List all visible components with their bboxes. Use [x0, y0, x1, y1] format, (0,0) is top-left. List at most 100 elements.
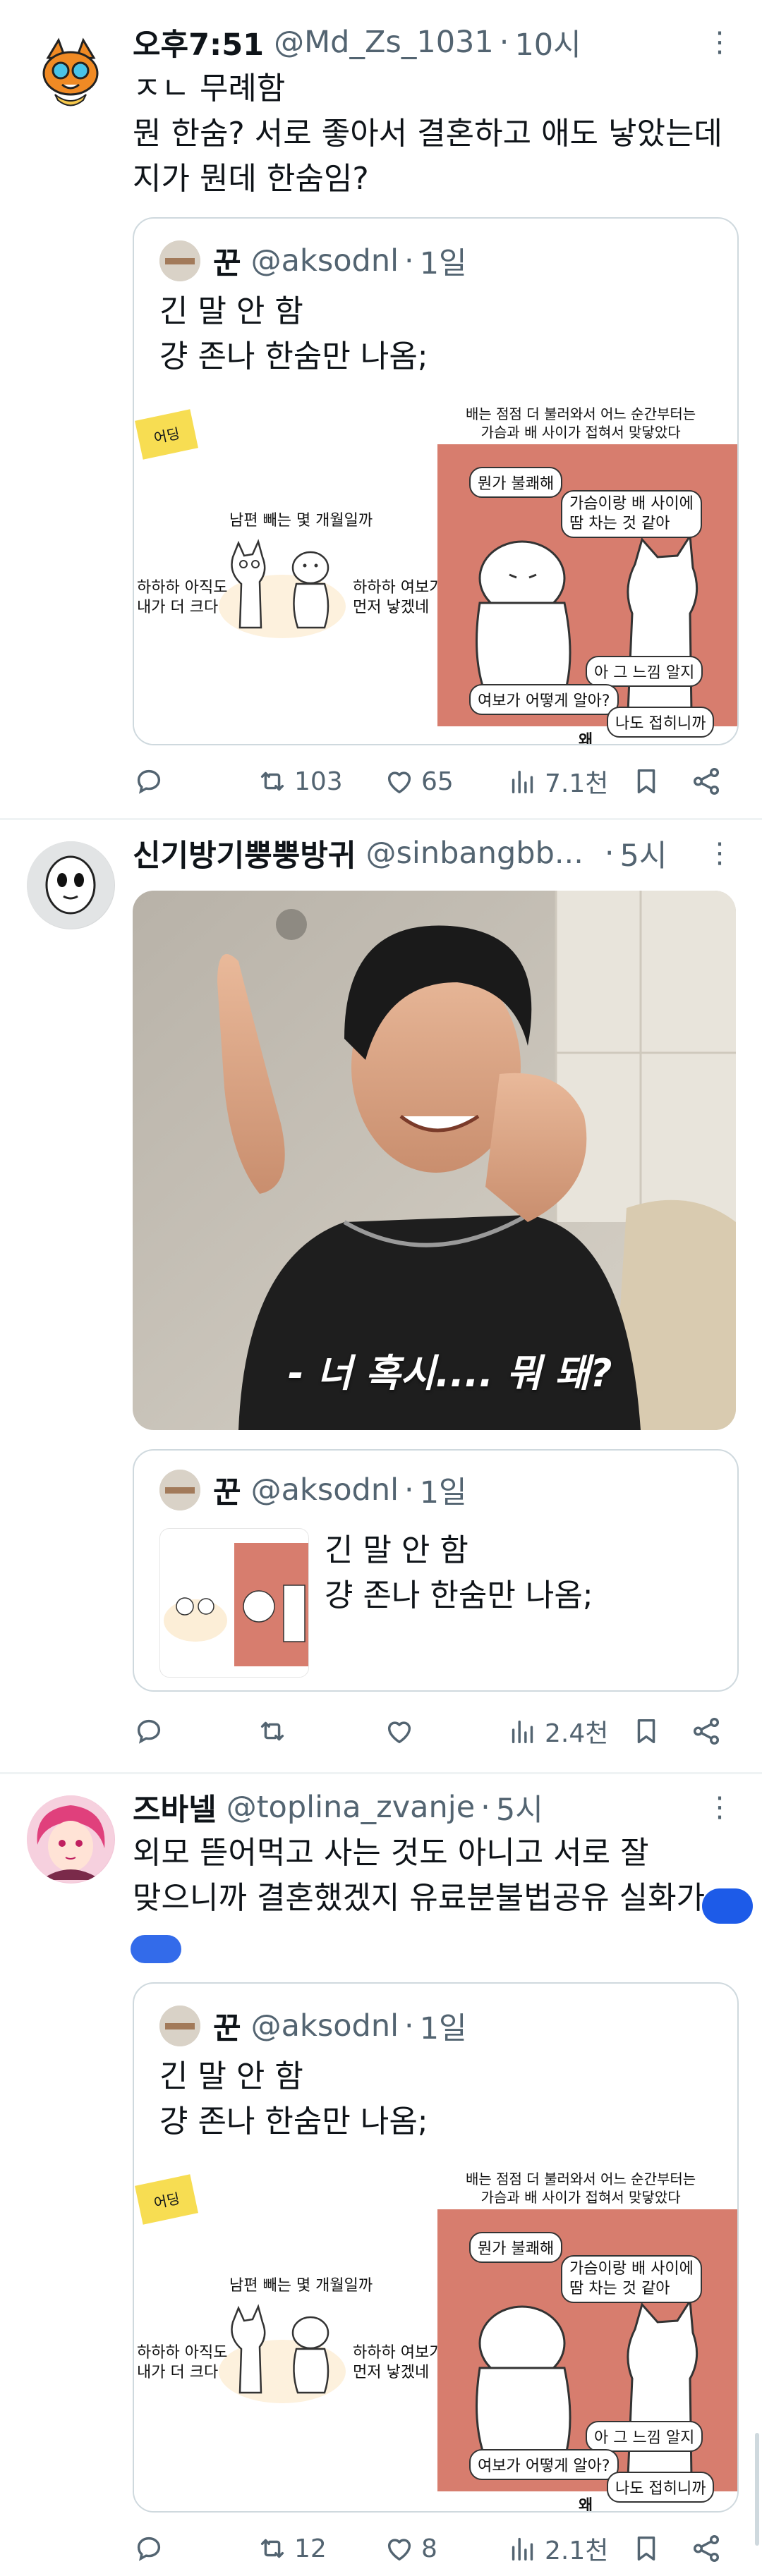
anime-avatar-icon — [27, 1795, 114, 1883]
quoted-header: 꾼 @aksodnl · 1일 — [159, 2005, 467, 2047]
tweet-3[interactable]: 즈바넬 @toplina_zvanje · 5시 ⋮ 외모 뜯어먹고 사는 것도… — [0, 1774, 762, 2576]
share-button[interactable] — [690, 2527, 728, 2570]
user-handle[interactable]: @Md_Zs_1031 — [274, 25, 494, 60]
quoted-image-right[interactable]: 배는 점점 더 불러와서 어느 순간부터는 가슴과 배 사이가 접혀서 맞닿았다… — [437, 2167, 737, 2511]
views-count: 2.4천 — [545, 1719, 609, 1748]
retweet-icon — [256, 1715, 289, 1747]
redaction-scribble — [131, 1935, 181, 1963]
quoted-tweet[interactable]: 꾼 @aksodnl · 1일 긴 말 안 함 걍 존나 한숨만 나옴; — [133, 1449, 739, 1692]
tweet-text-line: ㅈㄴ 무례함 — [133, 71, 286, 106]
tweet-text: 외모 뜯어먹고 사는 것도 아니고 서로 잘 맞으니까 결혼했겠지 유료분불법공… — [133, 1831, 739, 1921]
avatar[interactable] — [27, 30, 115, 118]
more-icon[interactable]: ⋮ — [706, 25, 734, 60]
tweet-actions: 2.4천 — [133, 1710, 739, 1752]
caption-line: 하하하 여보가 — [353, 579, 444, 597]
quoted-name: 꾼 — [213, 1475, 241, 1510]
retweet-icon — [256, 765, 289, 798]
bubble-line: 땀 차는 것 같아 — [569, 515, 670, 532]
tweet-actions: 12 8 2.1천 — [133, 2527, 739, 2570]
reply-button[interactable] — [133, 2527, 171, 2570]
share-button[interactable] — [690, 760, 728, 802]
reply-icon — [133, 1715, 165, 1747]
views-icon — [507, 2532, 539, 2565]
reply-button[interactable] — [133, 1710, 171, 1752]
user-handle[interactable]: @toplina_zvanje — [226, 1790, 475, 1825]
more-icon[interactable]: ⋮ — [706, 836, 734, 871]
bookmark-button[interactable] — [630, 2527, 668, 2570]
quoted-tweet[interactable]: 꾼 @aksodnl · 1일 긴 말 안 함 걍 존나 한숨만 나옴; 어딩 … — [133, 1982, 739, 2513]
retweet-button[interactable]: 103 — [256, 760, 343, 802]
speech-bubble: 가슴이랑 배 사이에 땀 차는 것 같아 — [561, 2255, 702, 2303]
quoted-text: 긴 말 안 함 걍 존나 한숨만 나옴; — [159, 2054, 428, 2144]
display-name[interactable]: 즈바넬 — [133, 1786, 217, 1829]
timestamp[interactable]: 5시 — [496, 1786, 543, 1829]
views-button[interactable]: 2.1천 — [507, 2527, 608, 2570]
tweet-header: 즈바넬 @toplina_zvanje · 5시 — [133, 1786, 543, 1829]
avatar[interactable] — [27, 841, 115, 929]
share-icon — [690, 2532, 722, 2565]
retweet-icon — [256, 2532, 289, 2565]
quoted-thumbnail[interactable] — [159, 1528, 309, 1678]
display-name[interactable]: 신기방기뿡뿡방귀 — [133, 831, 356, 875]
share-button[interactable] — [690, 1710, 728, 1752]
bookmark-icon — [630, 2532, 663, 2565]
quoted-avatar-icon — [159, 1470, 200, 1510]
display-name[interactable]: 오후7:51 — [133, 20, 264, 64]
retweet-button[interactable] — [256, 1710, 294, 1752]
views-count: 2.1천 — [545, 2537, 609, 2565]
views-count: 7.1천 — [545, 769, 609, 798]
like-button[interactable]: 65 — [383, 760, 454, 802]
tweet-2[interactable]: 신기방기뿡뿡방귀 @sinbangbb... · 5시 ⋮ - 너 혹시....… — [0, 820, 762, 1772]
scrollbar[interactable] — [755, 2433, 759, 2546]
quoted-image-right[interactable]: 배는 점점 더 불러와서 어느 순간부터는 가슴과 배 사이가 접혀서 맞닿았다… — [437, 402, 737, 744]
quoted-avatar — [159, 1470, 200, 1510]
cartoon-header: 배는 점점 더 불러와서 어느 순간부터는 가슴과 배 사이가 접혀서 맞닿았다 — [466, 2170, 696, 2206]
avatar[interactable] — [27, 1795, 115, 1884]
like-button[interactable]: 8 — [383, 2527, 437, 2570]
like-button[interactable] — [383, 1710, 421, 1752]
thumbnail-illustration — [164, 1543, 308, 1666]
separator-dot: · — [604, 836, 615, 871]
quoted-line: 긴 말 안 함 — [325, 1532, 468, 1568]
quoted-image-left[interactable]: 어딩 남편 빼는 몇 개월일까 하하하 아직도 내가 더 크다 하하하 여보가 … — [134, 402, 443, 744]
retweet-button[interactable]: 12 — [256, 2527, 327, 2570]
cartoon-footer: 왜 — [579, 732, 593, 745]
sticky-note: 어딩 — [135, 409, 198, 460]
quoted-text: 긴 말 안 함 걍 존나 한숨만 나옴; — [159, 289, 428, 379]
more-icon[interactable]: ⋮ — [706, 1790, 734, 1825]
reply-button[interactable] — [133, 760, 171, 802]
quoted-name: 꾼 — [213, 246, 241, 281]
user-handle[interactable]: @sinbangbb... — [365, 836, 583, 871]
reply-icon — [133, 2532, 165, 2565]
header-line: 가슴과 배 사이가 접혀서 맞닿았다 — [480, 2189, 681, 2206]
quoted-time: 1일 — [419, 2011, 467, 2046]
views-button[interactable]: 2.4천 — [507, 1710, 608, 1752]
quoted-time: 1일 — [419, 246, 467, 281]
quoted-avatar — [159, 2006, 200, 2046]
timestamp[interactable]: 5시 — [620, 831, 667, 875]
caption-line: 내가 더 크다 — [137, 599, 219, 616]
tweet-text-line: 뭔 한숨? 서로 좋아서 결혼하고 애도 낳았는데 — [133, 116, 722, 152]
red-panel: 뭔가 불쾌해 가슴이랑 배 사이에 땀 차는 것 같아 아 그 느낌 알지 여보… — [437, 444, 737, 738]
tweet-photo[interactable]: - 너 혹시.... 뭐 돼? — [133, 891, 736, 1430]
bubble-line: 땀 차는 것 같아 — [569, 2280, 670, 2297]
separator-dot: · — [404, 2008, 414, 2044]
tweet-text-line: 외모 뜯어먹고 사는 것도 아니고 서로 잘 — [133, 1835, 649, 1871]
timestamp[interactable]: 10시 — [514, 20, 581, 64]
tweet-header: 오후7:51 @Md_Zs_1031 · 10시 — [133, 21, 581, 63]
speech-bubble: 아 그 느낌 알지 — [586, 2421, 703, 2452]
quoted-tweet[interactable]: 꾼 @aksodnl · 1일 긴 말 안 함 걍 존나 한숨만 나옴; 어딩 … — [133, 217, 739, 745]
quoted-avatar-icon — [159, 2006, 200, 2046]
bookmark-button[interactable] — [630, 760, 668, 802]
quoted-line: 걍 존나 한숨만 나옴; — [159, 338, 428, 374]
bookmark-button[interactable] — [630, 1710, 668, 1752]
header-line: 배는 점점 더 불러와서 어느 순간부터는 — [466, 2171, 696, 2187]
quoted-image-left[interactable]: 어딩 남편 빼는 몇 개월일까 하하하 아직도 내가 더 크다 하하하 여보가 … — [134, 2167, 443, 2511]
like-icon — [383, 765, 416, 798]
tweet-text-line: 지가 뭔데 한숨임? — [133, 161, 369, 197]
quoted-avatar — [159, 240, 200, 281]
speech-bubble: 여보가 어떻게 알아? — [469, 2449, 619, 2480]
cartoon-couple-illustration — [219, 539, 346, 638]
tweet-1[interactable]: 오후7:51 @Md_Zs_1031 · 10시 ⋮ ㅈㄴ 무례함 뭔 한숨? … — [0, 0, 762, 818]
views-button[interactable]: 7.1천 — [507, 760, 608, 802]
